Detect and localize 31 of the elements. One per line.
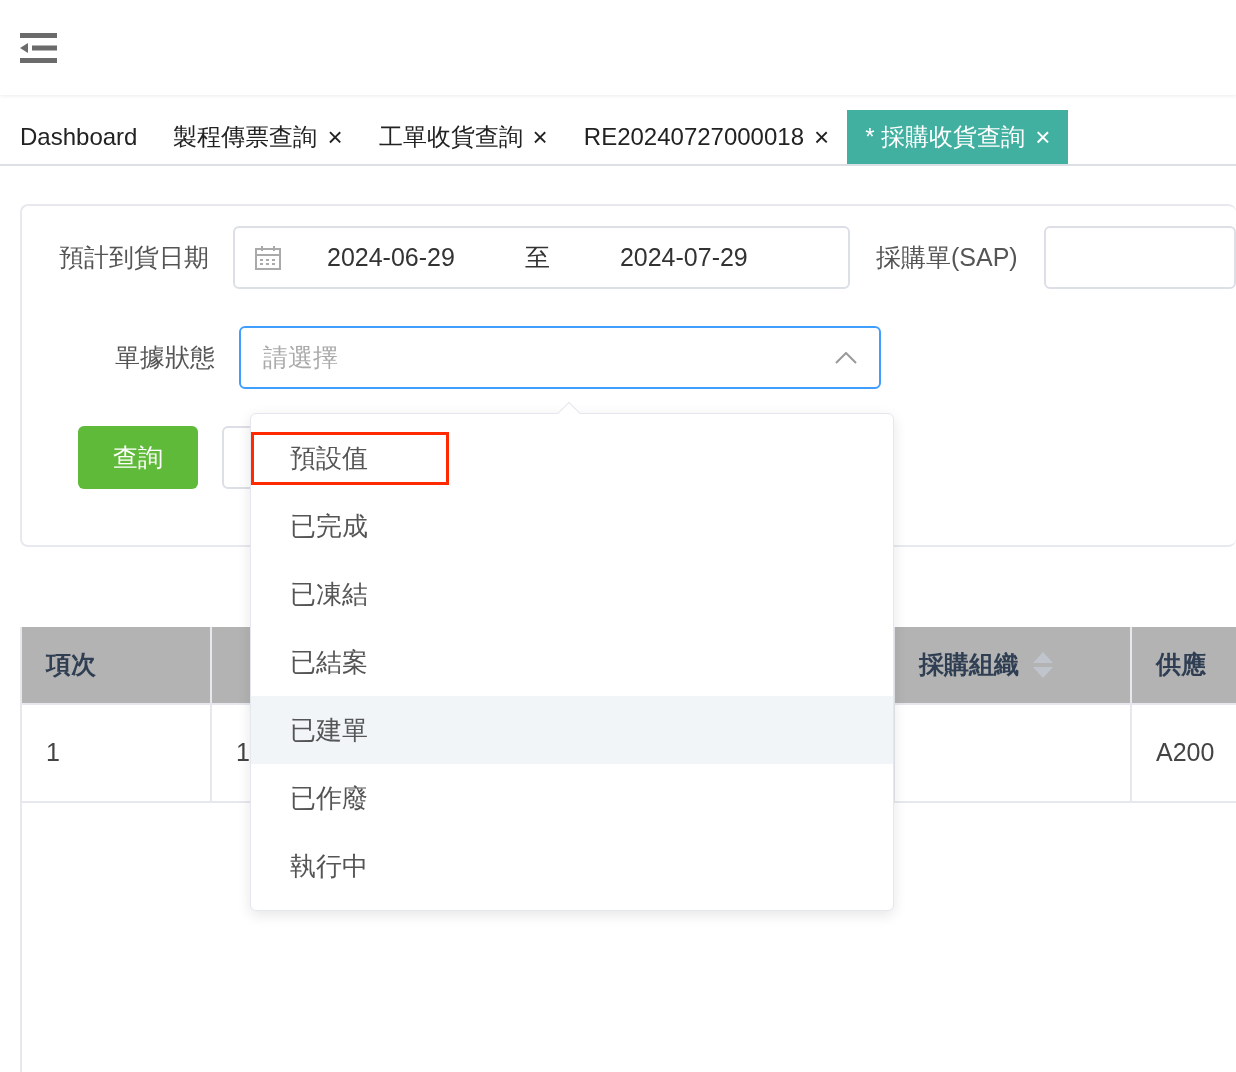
tab[interactable]: 工單收貨查詢 ×: [360, 110, 566, 164]
dropdown-option[interactable]: 已作廢: [251, 764, 893, 832]
header-label: 供應: [1156, 649, 1206, 681]
date-to: 2024-07-29: [619, 241, 748, 273]
table-cell: 1: [22, 705, 212, 803]
range-separator: 至: [524, 241, 550, 273]
calendar-icon: [255, 245, 281, 270]
header-label: 項次: [46, 649, 96, 681]
date-range-field[interactable]: 2024-06-29 至 2024-07-29: [233, 226, 850, 289]
sort-icon[interactable]: [1033, 652, 1053, 678]
dropdown-option[interactable]: 已凍結: [251, 560, 893, 628]
tab[interactable]: RE20240727000018 ×: [565, 110, 848, 164]
field-label: 預計到貨日期: [59, 241, 209, 273]
menu-icon[interactable]: [20, 32, 57, 63]
po-input-field[interactable]: [1043, 226, 1236, 289]
close-icon[interactable]: ×: [814, 124, 830, 150]
close-icon[interactable]: ×: [532, 124, 548, 150]
dropdown-option[interactable]: 已結案: [251, 628, 893, 696]
date-from: 2024-06-29: [327, 241, 455, 273]
dropdown-option[interactable]: 已完成: [251, 492, 893, 560]
close-icon[interactable]: ×: [327, 124, 343, 150]
tab[interactable]: 製程傳票查詢 ×: [155, 110, 361, 164]
table-cell: A200: [1132, 705, 1236, 803]
dropdown-option[interactable]: 預設值: [251, 424, 893, 492]
chevron-icon: [835, 351, 857, 364]
field-label: 單據狀態: [115, 341, 215, 373]
header-label: 採購組織: [919, 649, 1019, 681]
tab[interactable]: Dashboard: [0, 110, 156, 164]
dropdown-option[interactable]: 已建單: [251, 696, 893, 764]
field-label: 採購單(SAP): [876, 241, 1018, 273]
dropdown-option[interactable]: 執行中: [251, 832, 893, 900]
